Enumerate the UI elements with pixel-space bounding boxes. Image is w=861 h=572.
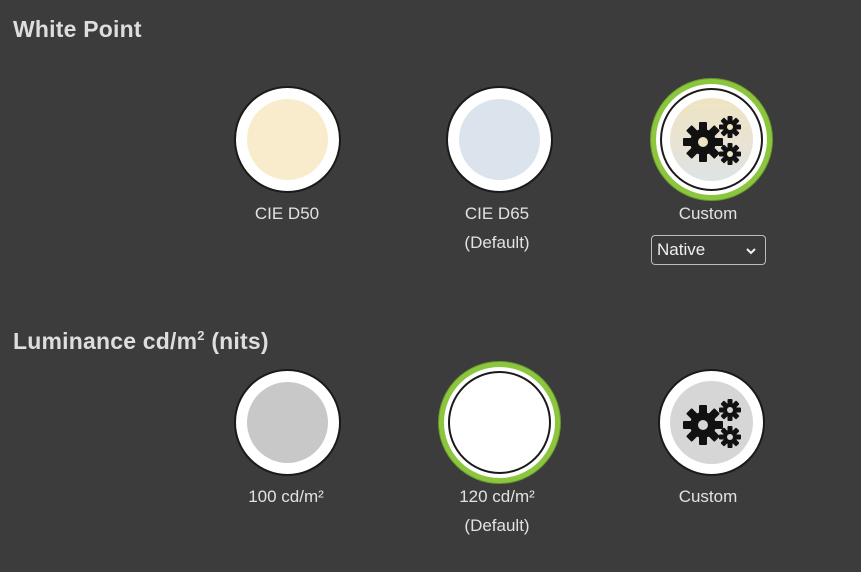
swatch-d65-color [459,99,540,180]
luminance-label-100: 100 cd/m² [248,487,324,506]
luminance-label-custom: Custom [678,487,738,506]
gears-icon [670,381,753,464]
white-point-sublabel-d65: (Default) [464,233,530,252]
luminance-option-120[interactable] [439,362,560,483]
chevron-down-icon [745,243,757,263]
luminance-label-120: 120 cd/m² [459,487,535,506]
luminance-title: Luminance cd/m2 (nits) [13,328,269,354]
white-point-label-custom: Custom [678,204,738,223]
swatch-120-color [452,375,547,470]
white-point-label-d50: CIE D50 [254,204,320,223]
white-point-option-custom[interactable] [651,79,772,200]
white-point-label-d65: CIE D65 [464,204,530,223]
select-value: Native [657,240,706,259]
white-point-option-d50[interactable] [234,86,341,193]
swatch-d50-color [247,99,328,180]
luminance-option-100[interactable] [234,369,341,476]
swatch-100-color [247,382,328,463]
white-point-option-d65[interactable] [446,86,553,193]
gears-icon [670,98,753,181]
white-point-title: White Point [13,16,142,42]
white-point-custom-select[interactable]: Native [651,235,766,265]
luminance-sublabel-120: (Default) [464,516,530,535]
luminance-option-custom[interactable] [658,369,765,476]
